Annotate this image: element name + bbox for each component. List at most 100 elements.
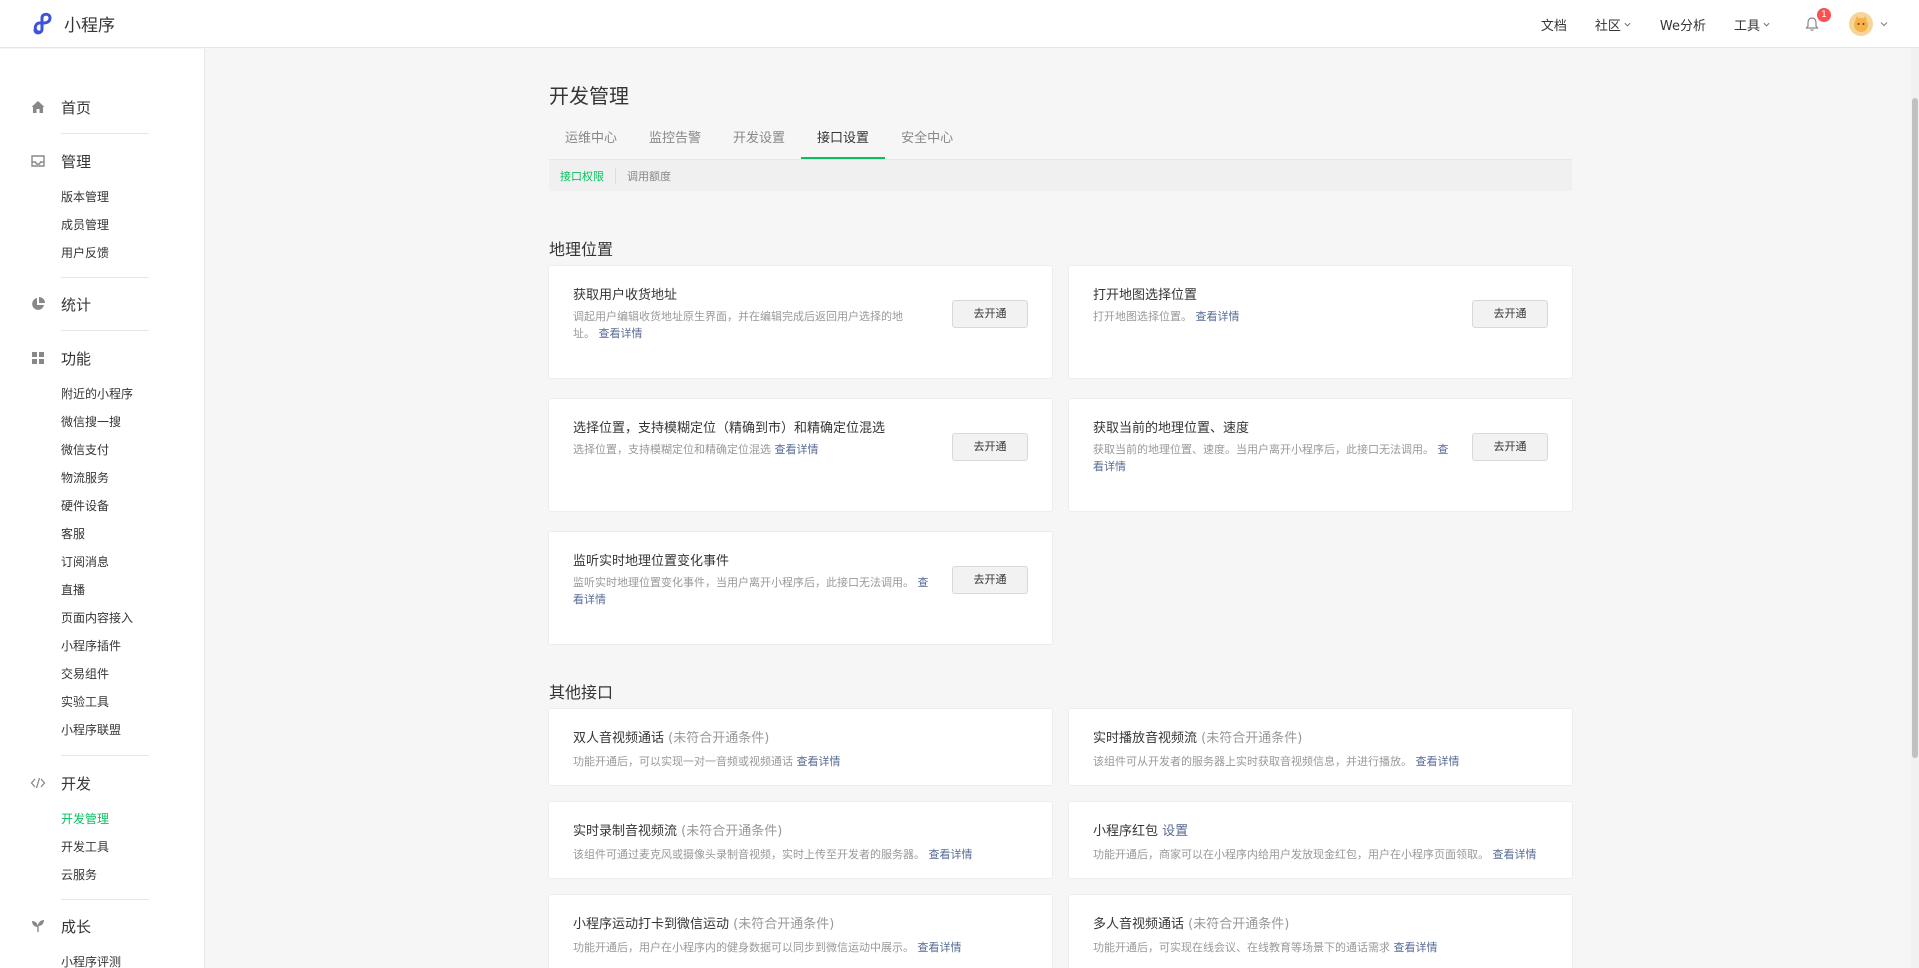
sidebar-item-home[interactable]: 首页: [0, 92, 204, 122]
api-card: 小程序运动打卡到微信运动 (未符合开通条件) 功能开通后，用户在小程序内的健身数…: [549, 895, 1052, 968]
sidebar-item-content[interactable]: 页面内容接入: [0, 604, 204, 632]
details-link[interactable]: 查看详情: [918, 941, 962, 954]
api-card-title: 双人音视频通话 (未符合开通条件): [573, 727, 769, 746]
api-card-desc-text: 该组件可从开发者的服务器上实时获取音视频信息，并进行播放。: [1093, 755, 1412, 768]
tab-api-settings[interactable]: 接口设置: [801, 119, 886, 159]
sidebar-item-cloud[interactable]: 云服务: [0, 861, 204, 889]
api-card-title-text: 小程序红包: [1093, 824, 1159, 839]
api-card-desc: 该组件可通过麦克风或摄像头录制音视频，实时上传至开发者的服务器。 查看详情: [573, 846, 973, 863]
brand[interactable]: 小程序: [30, 10, 115, 38]
api-card-desc-text: 监听实时地理位置变化事件，当用户离开小程序后，此接口无法调用。: [573, 576, 914, 589]
sidebar-item-live[interactable]: 直播: [0, 576, 204, 604]
api-card-desc-text: 址。: [573, 327, 595, 340]
api-card-title-text: 小程序运动打卡到微信运动: [573, 917, 730, 932]
sidebar-item-nearby[interactable]: 附近的小程序: [0, 380, 204, 408]
subtab-quota[interactable]: 调用额度: [616, 168, 682, 184]
api-card-desc-text: 打开地图选择位置。: [1093, 310, 1192, 323]
section-title-other: 其他接口: [549, 683, 614, 702]
api-card-title-text: 实时播放音视频流: [1093, 731, 1198, 746]
top-nav: 文档 社区 We分析 工具 1: [1513, 0, 1889, 48]
sidebar-item-growth[interactable]: 成长: [0, 911, 204, 941]
subtab-permissions[interactable]: 接口权限: [549, 167, 616, 184]
activate-button[interactable]: 去开通: [952, 566, 1028, 594]
sidebar-item-label: 管理: [61, 152, 92, 171]
details-link[interactable]: 查看详情: [599, 327, 643, 340]
sidebar-item-dev-tools[interactable]: 开发工具: [0, 833, 204, 861]
details-link[interactable]: 查看详情: [1416, 755, 1460, 768]
details-link[interactable]: 查看详情: [1493, 848, 1537, 861]
details-link[interactable]: 查看详情: [929, 848, 973, 861]
api-card-desc-text: 功能开通后，可实现在线会议、在线教育等场景下的通话需求: [1093, 941, 1390, 954]
tab-monitoring[interactable]: 监控告警: [633, 119, 717, 159]
sidebar-item-dev-manage[interactable]: 开发管理: [0, 805, 204, 833]
tab-operations[interactable]: 运维中心: [549, 119, 633, 159]
api-card: 多人音视频通话 (未符合开通条件) 功能开通后，可实现在线会议、在线教育等场景下…: [1069, 895, 1572, 968]
sidebar-item-pay[interactable]: 微信支付: [0, 436, 204, 464]
avatar[interactable]: [1849, 12, 1873, 36]
avatar-cat-icon: [1854, 16, 1868, 32]
sidebar-item-trade[interactable]: 交易组件: [0, 660, 204, 688]
sidebar-divider: [61, 277, 149, 278]
chevron-down-icon[interactable]: [1879, 19, 1889, 29]
sidebar-item-lab[interactable]: 实验工具: [0, 688, 204, 716]
tab-security[interactable]: 安全中心: [885, 119, 969, 159]
nav-community[interactable]: 社区: [1595, 15, 1632, 34]
api-card-desc: 功能开通后，可实现在线会议、在线教育等场景下的通话需求 查看详情: [1093, 939, 1438, 956]
sidebar-divider: [61, 330, 149, 331]
activate-button[interactable]: 去开通: [952, 300, 1028, 328]
code-icon: [30, 777, 46, 789]
tab-dev-settings[interactable]: 开发设置: [717, 119, 801, 159]
api-card-desc-text: 获取当前的地理位置、速度。当用户离开小程序后，此接口无法调用。: [1093, 443, 1434, 456]
api-card: 打开地图选择位置 打开地图选择位置。 查看详情 去开通: [1069, 266, 1572, 378]
brand-name: 小程序: [64, 16, 115, 36]
notification-bell[interactable]: 1: [1801, 8, 1831, 35]
api-card-desc: 功能开通后，用户在小程序内的健身数据可以同步到微信运动中展示。 查看详情: [573, 939, 962, 956]
nav-we-analysis-label: We分析: [1659, 18, 1706, 34]
ineligible-note: (未符合开通条件): [1188, 917, 1290, 932]
page-scrollbar[interactable]: [1911, 48, 1919, 968]
activate-button[interactable]: 去开通: [1472, 433, 1548, 461]
sidebar-group-dev: 开发 开发管理 开发工具 云服务: [0, 768, 204, 889]
sidebar-item-hardware[interactable]: 硬件设备: [0, 492, 204, 520]
api-card-title-text: 实时录制音视频流: [573, 824, 678, 839]
notification-badge: 1: [1817, 8, 1831, 22]
api-card-desc: 该组件可从开发者的服务器上实时获取音视频信息，并进行播放。 查看详情: [1093, 753, 1460, 770]
tab-bar: 运维中心 监控告警 开发设置 接口设置 安全中心: [549, 119, 1572, 159]
api-card-desc-text: 调起用户编辑收货地址原生界面，并在编辑完成后返回用户选择的地: [573, 310, 903, 323]
details-link[interactable]: 查看详情: [1394, 941, 1438, 954]
api-card-desc-text: 该组件可通过麦克风或摄像头录制音视频，实时上传至开发者的服务器。: [573, 848, 925, 861]
settings-link[interactable]: 设置: [1162, 824, 1188, 839]
api-card: 双人音视频通话 (未符合开通条件) 功能开通后，可以实现一对一音频或视频通话 查…: [549, 709, 1052, 785]
nav-tools[interactable]: 工具: [1734, 15, 1771, 34]
api-card-title: 监听实时地理位置变化事件: [573, 554, 730, 569]
activate-button[interactable]: 去开通: [1472, 300, 1548, 328]
sidebar-item-manage[interactable]: 管理: [0, 146, 204, 176]
details-link[interactable]: 查看详情: [1196, 310, 1240, 323]
pie-chart-icon: [32, 297, 45, 310]
sidebar-item-subscribe[interactable]: 订阅消息: [0, 548, 204, 576]
sidebar-item-logistics[interactable]: 物流服务: [0, 464, 204, 492]
activate-button[interactable]: 去开通: [952, 433, 1028, 461]
sidebar-item-plugin[interactable]: 小程序插件: [0, 632, 204, 660]
api-card-title: 选择位置，支持模糊定位（精确到市）和精确定位混选: [573, 421, 886, 436]
api-card-title: 多人音视频通话 (未符合开通条件): [1093, 913, 1289, 932]
sidebar-item-dev[interactable]: 开发: [0, 768, 204, 798]
details-link[interactable]: 查看详情: [775, 443, 819, 456]
sidebar-item-feedback[interactable]: 用户反馈: [0, 239, 204, 267]
sidebar-item-search[interactable]: 微信搜一搜: [0, 408, 204, 436]
sidebar-item-version[interactable]: 版本管理: [0, 183, 204, 211]
mini-program-logo-icon: [33, 12, 52, 34]
nav-we-analysis[interactable]: We分析: [1660, 15, 1706, 34]
sidebar-item-label: 首页: [61, 98, 92, 117]
sidebar-item-members[interactable]: 成员管理: [0, 211, 204, 239]
sidebar-item-label: 成长: [61, 917, 92, 936]
sidebar-item-alliance[interactable]: 小程序联盟: [0, 716, 204, 744]
nav-docs[interactable]: 文档: [1541, 15, 1567, 34]
scrollbar-thumb[interactable]: [1912, 98, 1918, 758]
sidebar-item-features[interactable]: 功能: [0, 343, 204, 373]
sidebar-item-stats[interactable]: 统计: [0, 289, 204, 319]
details-link[interactable]: 查看详情: [797, 755, 841, 768]
sidebar-item-evaluation[interactable]: 小程序评测: [0, 948, 204, 968]
sidebar-item-service[interactable]: 客服: [0, 520, 204, 548]
nav-docs-label: 文档: [1540, 18, 1567, 34]
